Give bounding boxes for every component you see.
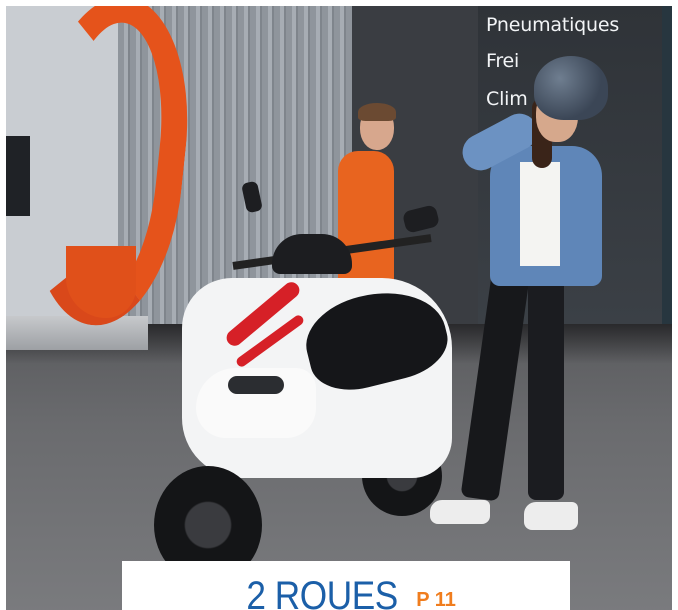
- sneaker-left: [430, 500, 490, 524]
- hero-photo: Pneumatiques Frei Clim: [6, 6, 672, 610]
- woman-leg-right: [528, 274, 564, 500]
- scooter-headlight: [228, 376, 284, 394]
- sign-line-2: Frei: [486, 50, 520, 72]
- helmet: [534, 56, 608, 120]
- caption-page-ref: P 11: [416, 589, 456, 610]
- glass-window: [662, 6, 672, 324]
- sneaker-right: [524, 502, 578, 530]
- sign-line-3: Clim: [486, 88, 528, 110]
- window: [6, 136, 30, 216]
- scooter-handle-cover: [272, 234, 352, 274]
- woman-white-shirt: [520, 162, 560, 266]
- man-hair: [358, 103, 396, 121]
- section-caption[interactable]: 2 ROUES P 11: [122, 561, 570, 610]
- sign-line-1: Pneumatiques: [486, 14, 620, 36]
- caption-title: 2 ROUES: [246, 574, 398, 610]
